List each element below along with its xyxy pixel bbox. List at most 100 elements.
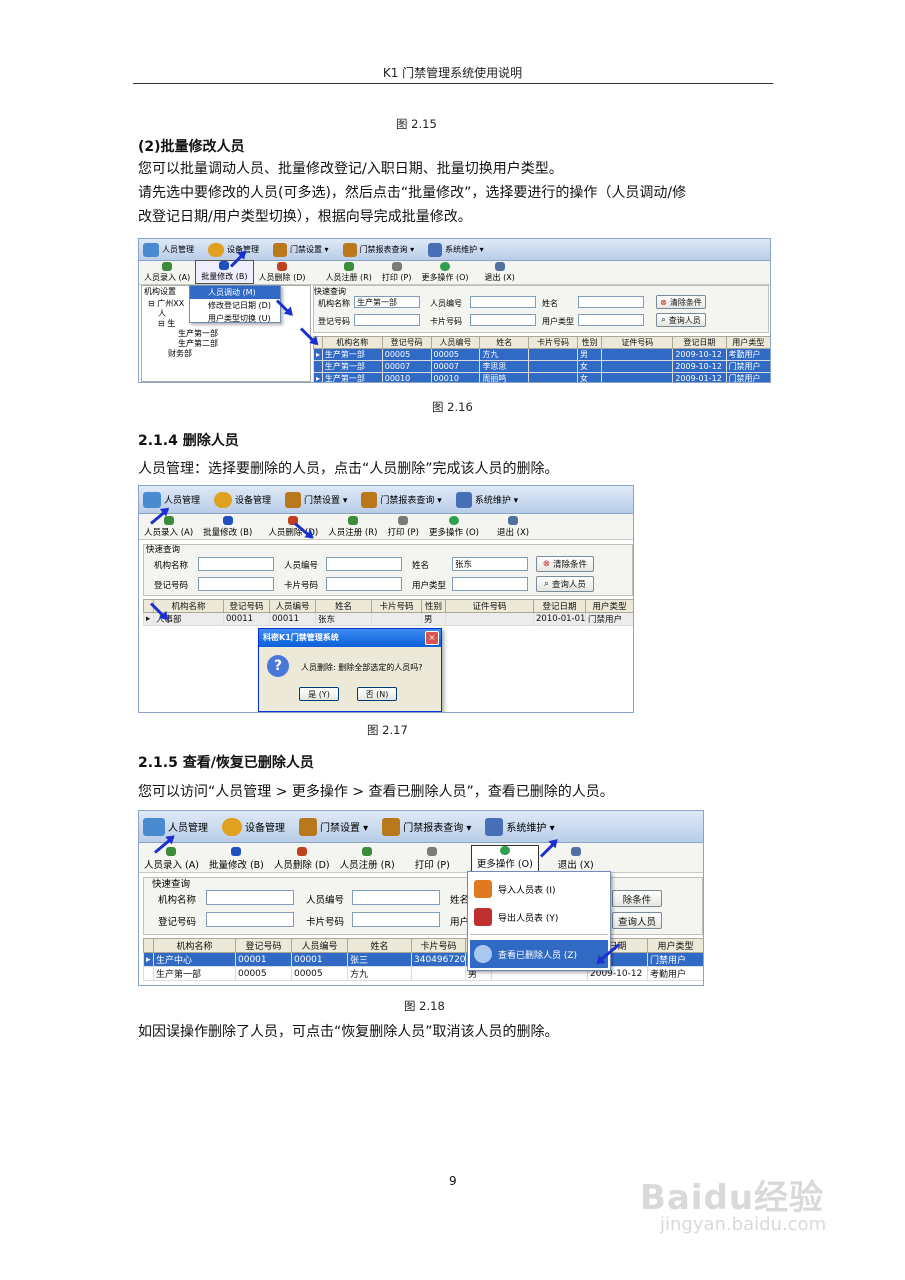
column-header[interactable]: 卡片号码 (371, 599, 422, 613)
menu-system[interactable]: 系统维护 ▾ (452, 491, 528, 508)
menu-item-import[interactable]: 导入人员表 (I) (474, 880, 556, 898)
print-button[interactable]: 打印 (P) (410, 847, 455, 872)
org-select[interactable] (198, 557, 274, 571)
org-select[interactable] (206, 890, 294, 905)
menu-people[interactable]: 人员管理 (139, 491, 210, 508)
menu-door[interactable]: 门禁设置 ▾ (269, 242, 339, 257)
empno-input[interactable] (326, 557, 402, 571)
name-input[interactable] (578, 296, 644, 308)
menu-item-transfer[interactable]: 人员调动 (M) (190, 286, 280, 299)
cancel-person-button[interactable]: 人员注册 (R) (335, 847, 400, 872)
menu-system[interactable]: 系统维护 ▾ (481, 817, 564, 836)
menu-report[interactable]: 门禁报表查询 ▾ (357, 491, 451, 508)
more-actions-button[interactable]: 更多操作 (O) (416, 262, 473, 284)
clear-conditions-button[interactable]: 除条件 (612, 890, 662, 907)
batch-edit-button[interactable]: 批量修改 (B) (198, 516, 257, 539)
column-header[interactable]: 用户类型 (725, 336, 770, 349)
menu-device[interactable]: 设备管理 (204, 242, 269, 257)
query-people-button[interactable]: ⌕ 查询人员 (656, 313, 706, 327)
print-button[interactable]: 打印 (P) (377, 262, 417, 284)
empno-input[interactable] (470, 296, 536, 308)
column-header[interactable]: 机构名称 (321, 336, 383, 349)
regno-input[interactable] (354, 314, 420, 326)
column-header[interactable]: 用户类型 (585, 599, 633, 613)
delete-person-button[interactable]: 人员删除 (D) (254, 262, 311, 284)
yes-button[interactable]: 是 (Y) (299, 687, 339, 701)
column-header[interactable]: 人员编号 (269, 599, 316, 613)
exit-button[interactable]: 退出 (X) (480, 262, 520, 284)
cancel-person-button[interactable]: 人员注册 (R) (321, 262, 377, 284)
cardno-input[interactable] (470, 314, 536, 326)
column-header[interactable]: 登记日期 (672, 336, 727, 349)
usertype-select[interactable] (578, 314, 644, 326)
table-row[interactable]: ▸ 生产第一部 00010 00010 周丽鸣女 2009-01-12 门禁用户 (313, 372, 770, 382)
exit-button[interactable]: 退出 (X) (492, 516, 534, 539)
tree-node[interactable]: ⊟ 广州XX (148, 298, 184, 309)
clear-conditions-button[interactable]: ⊗ 清除条件 (656, 295, 706, 309)
column-header[interactable]: 性别 (576, 336, 603, 349)
menu-door[interactable]: 门禁设置 ▾ (295, 817, 378, 836)
menu-system[interactable]: 系统维护 ▾ (424, 242, 494, 257)
tree-node[interactable]: 财务部 (168, 348, 192, 359)
query-people-button[interactable]: 查询人员 (612, 912, 662, 929)
table-row[interactable]: ▸生产中心0000100001张三34049672001-01门禁用户 (143, 952, 703, 967)
menu-door[interactable]: 门禁设置 ▾ (281, 491, 357, 508)
print-button[interactable]: 打印 (P) (382, 516, 423, 539)
column-header[interactable]: 用户类型 (647, 938, 703, 953)
table-row[interactable]: 生产第一部 00007 00007 李思思女 2009-10-12 门禁用户 (313, 360, 770, 373)
column-header[interactable]: 证件号码 (601, 336, 674, 349)
menu-item-view-deleted[interactable]: 查看已删除人员 (Z) (470, 940, 608, 968)
menu-people[interactable]: 人员管理 (139, 817, 218, 836)
no-button[interactable]: 否 (N) (357, 687, 397, 701)
column-header[interactable]: 姓名 (315, 599, 372, 613)
tree-node[interactable]: ⊟ 生 (158, 318, 175, 329)
menu-report[interactable]: 门禁报表查询 ▾ (339, 242, 425, 257)
regno-input[interactable] (206, 912, 294, 927)
clear-conditions-button[interactable]: ⊗ 清除条件 (536, 556, 594, 572)
cardno-input[interactable] (326, 577, 402, 591)
column-header[interactable]: 性别 (421, 599, 446, 613)
regno-input[interactable] (198, 577, 274, 591)
add-person-button[interactable]: 人员录入 (A) (139, 262, 195, 284)
table-row[interactable]: 生产第一部 00005 00005 方九男 2009-10-12 考勤用户 (143, 966, 703, 981)
column-header[interactable]: 卡片号码 (528, 336, 578, 349)
close-icon[interactable]: × (425, 631, 439, 645)
delete-person-button[interactable]: 人员删除 (D) (269, 847, 335, 872)
menu-item-change-date[interactable]: 修改登记日期 (D) (190, 299, 280, 312)
column-header[interactable]: 卡片号码 (411, 938, 466, 953)
batch-edit-button[interactable]: 批量修改 (B) (204, 847, 269, 872)
column-header[interactable]: 机构名称 (153, 938, 236, 953)
menu-people[interactable]: 人员管理 (139, 242, 204, 257)
more-actions-button[interactable]: 更多操作 (O) (424, 516, 484, 539)
column-header[interactable]: 登记号码 (235, 938, 292, 953)
menu-report[interactable]: 门禁报表查询 ▾ (378, 817, 481, 836)
column-header[interactable]: 人员编号 (291, 938, 348, 953)
table-row[interactable]: ▸ 人事部 00011 00011 张东男 2010-01-01 门禁用户 (143, 612, 633, 626)
menu-device[interactable]: 设备管理 (218, 817, 295, 836)
exit-button[interactable]: 退出 (X) (553, 847, 599, 872)
menu-item-export[interactable]: 导出人员表 (Y) (474, 908, 558, 926)
cancel-person-button[interactable]: 人员注册 (R) (323, 516, 382, 539)
menu-item-switch-type[interactable]: 用户类型切换 (U) (190, 312, 280, 325)
org-select[interactable]: 生产第一部 (354, 296, 420, 308)
table-row[interactable]: ▸ 生产第一部 00005 00005 方九男 2009-10-12 考勤用户 (313, 348, 770, 361)
cardno-input[interactable] (352, 912, 440, 927)
column-header[interactable]: 机构名称 (153, 599, 224, 613)
batch-edit-button[interactable]: 批量修改 (B) (195, 260, 254, 284)
column-header[interactable]: 姓名 (479, 336, 530, 349)
empno-input[interactable] (352, 890, 440, 905)
add-person-button[interactable]: 人员录入 (A) (139, 516, 198, 539)
column-header[interactable]: 姓名 (347, 938, 412, 953)
more-actions-button[interactable]: 更多操作 (O) (470, 845, 539, 872)
name-input[interactable]: 张东 (452, 557, 528, 571)
query-people-button[interactable]: ⌕ 查询人员 (536, 576, 594, 592)
column-header[interactable]: 登记日期 (533, 599, 586, 613)
column-header[interactable]: 人员编号 (430, 336, 481, 349)
column-header[interactable]: 登记号码 (381, 336, 432, 349)
add-person-button[interactable]: 人员录入 (A) (139, 847, 204, 872)
usertype-select[interactable] (452, 577, 528, 591)
report-icon (361, 491, 378, 508)
menu-device[interactable]: 设备管理 (210, 491, 281, 508)
column-header[interactable]: 登记号码 (223, 599, 270, 613)
column-header[interactable]: 证件号码 (445, 599, 534, 613)
